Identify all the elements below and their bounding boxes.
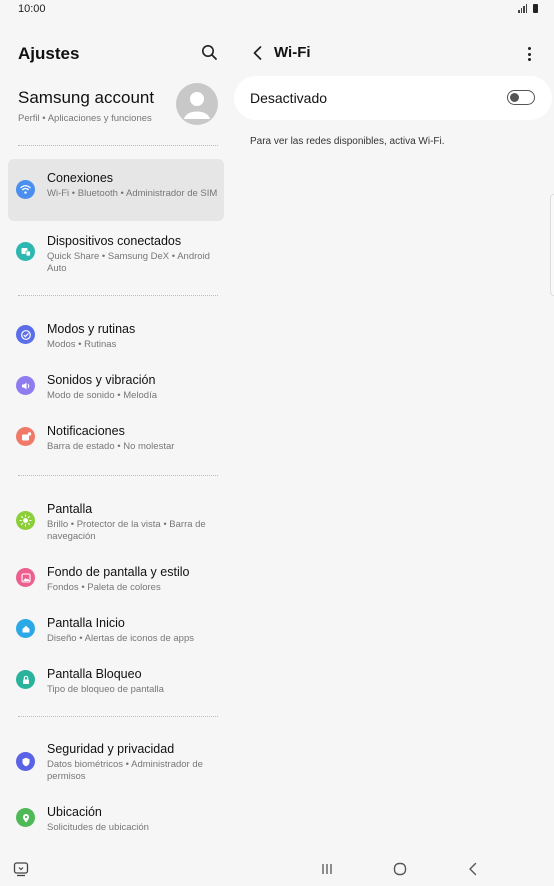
- menu-item-title: Sonidos y vibración: [47, 373, 156, 387]
- menu-item-pantalla[interactable]: Pantalla Brillo • Protector de la vista …: [8, 492, 224, 552]
- more-options-button[interactable]: [522, 44, 536, 64]
- menu-item-title: Pantalla: [47, 502, 93, 516]
- menu-item-subtitle: Datos biométricos • Administrador de per…: [47, 759, 203, 782]
- divider: [18, 716, 218, 717]
- menu-item-subtitle: Tipo de bloqueo de pantalla: [47, 684, 164, 695]
- menu-item-ubicacion[interactable]: Ubicación Solicitudes de ubicación: [8, 795, 224, 841]
- speaker-icon: [16, 376, 35, 395]
- menu-item-subtitle: Brillo • Protector de la vista • Barra d…: [47, 519, 206, 542]
- wifi-toggle-label: Desactivado: [250, 90, 328, 106]
- search-icon: [202, 45, 217, 60]
- lock-icon: [16, 670, 35, 689]
- home-icon: [16, 619, 35, 638]
- menu-item-subtitle: Modos • Rutinas: [47, 339, 117, 350]
- toggle-knob: [509, 92, 519, 102]
- person-icon: [184, 92, 210, 119]
- menu-item-title: Seguridad y privacidad: [47, 742, 175, 756]
- wifi-info-text: Para ver las redes disponibles, activa W…: [250, 136, 445, 147]
- menu-item-conexiones[interactable]: Conexiones Wi-Fi • Bluetooth • Administr…: [8, 159, 224, 221]
- home-button[interactable]: [389, 858, 411, 880]
- detail-title: Wi-Fi: [274, 44, 311, 61]
- menu-item-subtitle: Modo de sonido • Melodía: [47, 390, 158, 401]
- back-icon: [469, 862, 477, 876]
- recents-button[interactable]: [316, 858, 338, 880]
- menu-item-subtitle: Diseño • Alertas de iconos de apps: [47, 633, 194, 644]
- wifi-toggle-switch[interactable]: [507, 90, 535, 105]
- signal-icon: [518, 4, 527, 13]
- menu-item-pantalla-inicio[interactable]: Pantalla Inicio Diseño • Alertas de icon…: [8, 606, 224, 652]
- menu-item-title: Fondo de pantalla y estilo: [47, 565, 190, 579]
- battery-icon: [533, 4, 538, 13]
- taskbar-toggle-button[interactable]: [10, 858, 32, 880]
- menu-item-title: Dispositivos conectados: [47, 234, 182, 248]
- brightness-icon: [16, 511, 35, 530]
- menu-item-fondo-de-pantalla[interactable]: Fondo de pantalla y estilo Fondos • Pale…: [8, 555, 224, 601]
- divider: [18, 145, 218, 146]
- menu-item-title: Notificaciones: [47, 424, 125, 438]
- status-time: 10:00: [18, 3, 46, 15]
- navigation-bar: [0, 850, 554, 886]
- back-button[interactable]: [248, 42, 268, 64]
- menu-item-subtitle: Wi-Fi • Bluetooth • Administrador de SIM: [47, 188, 218, 199]
- menu-item-pantalla-bloqueo[interactable]: Pantalla Bloqueo Tipo de bloqueo de pant…: [8, 657, 224, 703]
- status-icons: [518, 4, 538, 13]
- search-button[interactable]: [199, 42, 221, 64]
- wifi-toggle-row[interactable]: Desactivado: [234, 76, 552, 120]
- menu-item-notificaciones[interactable]: Notificaciones Barra de estado • No mole…: [8, 414, 224, 460]
- divider: [18, 475, 218, 476]
- menu-item-dispositivos-conectados[interactable]: Dispositivos conectados Quick Share • Sa…: [8, 222, 224, 284]
- wallpaper-icon: [16, 568, 35, 587]
- menu-item-title: Pantalla Inicio: [47, 616, 125, 630]
- wifi-detail-pane: Wi-Fi Desactivado Para ver las redes dis…: [234, 20, 554, 850]
- check-circle-icon: [16, 325, 35, 344]
- page-title: Ajustes: [18, 44, 80, 63]
- status-bar: 10:00: [0, 0, 554, 20]
- location-icon: [16, 808, 35, 827]
- menu-item-title: Modos y rutinas: [47, 322, 136, 336]
- devices-icon: [16, 242, 35, 261]
- menu-item-seguridad-y-privacidad[interactable]: Seguridad y privacidad Datos biométricos…: [8, 732, 224, 792]
- menu-item-title: Ubicación: [47, 805, 102, 819]
- menu-item-modos-y-rutinas[interactable]: Modos y rutinas Modos • Rutinas: [8, 312, 224, 358]
- chevron-left-icon: [253, 46, 262, 60]
- menu-item-subtitle: Fondos • Paleta de colores: [47, 582, 161, 593]
- menu-item-sonidos-y-vibracion[interactable]: Sonidos y vibración Modo de sonido • Mel…: [8, 363, 224, 409]
- notification-icon: [16, 427, 35, 446]
- menu-item-subtitle: Barra de estado • No molestar: [47, 441, 175, 452]
- home-circle-icon: [393, 862, 407, 876]
- avatar[interactable]: [176, 83, 218, 125]
- settings-list-pane: Ajustes Samsung account Perfil • Aplicac…: [0, 20, 234, 850]
- menu-item-subtitle: Quick Share • Samsung DeX • Android Auto: [47, 251, 210, 274]
- shield-icon: [16, 752, 35, 771]
- edge-panel-handle[interactable]: [550, 194, 554, 296]
- wifi-icon: [16, 180, 35, 199]
- back-nav-button[interactable]: [462, 858, 484, 880]
- recents-icon: [322, 864, 332, 874]
- taskbar-icon: [13, 862, 29, 877]
- menu-item-subtitle: Solicitudes de ubicación: [47, 822, 149, 833]
- menu-item-title: Pantalla Bloqueo: [47, 667, 142, 681]
- menu-item-title: Conexiones: [47, 171, 114, 185]
- more-vert-icon: [527, 47, 531, 50]
- divider: [18, 295, 218, 296]
